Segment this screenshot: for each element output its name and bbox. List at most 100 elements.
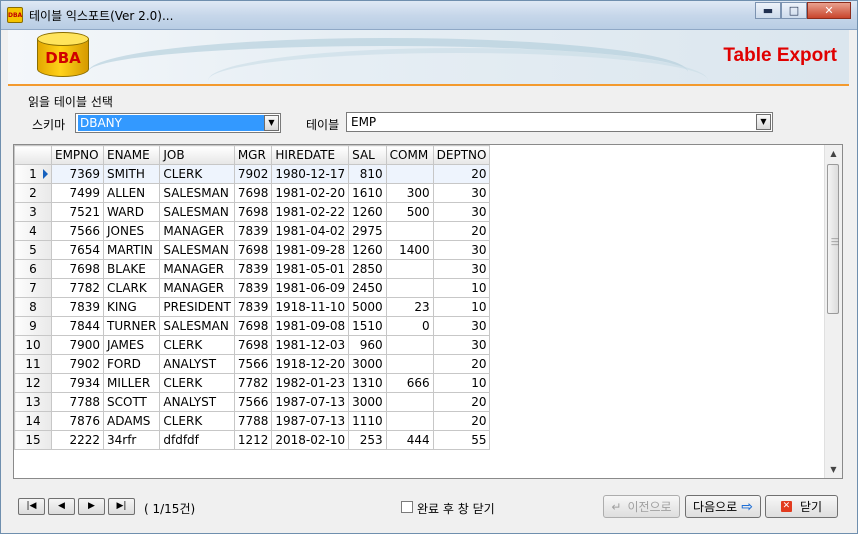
scroll-thumb[interactable]: — — —: [827, 164, 839, 314]
table-cell[interactable]: 7566: [51, 221, 104, 241]
table-cell[interactable]: MANAGER: [159, 221, 235, 241]
table-cell[interactable]: 1260: [348, 202, 387, 222]
table-cell[interactable]: 1987-07-13: [271, 392, 350, 412]
table-cell[interactable]: 1400: [385, 240, 434, 260]
row-header[interactable]: 10: [14, 335, 52, 355]
table-cell[interactable]: 7839: [233, 259, 273, 279]
column-header[interactable]: HIREDATE: [271, 145, 350, 165]
table-cell[interactable]: 1918-12-20: [271, 354, 350, 374]
row-header[interactable]: 3: [14, 202, 52, 222]
table-cell[interactable]: 444: [385, 430, 434, 450]
table-cell[interactable]: 2850: [348, 259, 387, 279]
table-cell[interactable]: 5000: [348, 297, 387, 317]
table-cell[interactable]: 7566: [233, 354, 273, 374]
table-cell[interactable]: 3000: [348, 392, 387, 412]
table-row[interactable]: 10 7900 JAMES CLERK 7698 1981-12-03 960 30: [14, 335, 491, 355]
table-cell[interactable]: [385, 278, 434, 298]
table-cell[interactable]: 1987-07-13: [271, 411, 350, 431]
table-row[interactable]: 11 7902 FORD ANALYST 7566 1918-12-20 3000 20: [14, 354, 491, 374]
schema-select[interactable]: DBANY ▼: [75, 113, 281, 133]
table-cell[interactable]: [385, 221, 434, 241]
table-cell[interactable]: 1980-12-17: [271, 164, 350, 184]
table-cell[interactable]: 1212: [233, 430, 273, 450]
table-cell[interactable]: MANAGER: [159, 278, 235, 298]
table-cell[interactable]: ANALYST: [159, 392, 235, 412]
table-cell[interactable]: 2450: [348, 278, 387, 298]
table-cell[interactable]: 34rfr: [102, 430, 161, 450]
table-cell[interactable]: 55: [432, 430, 491, 450]
row-header[interactable]: 6: [14, 259, 52, 279]
table-cell[interactable]: 300: [385, 183, 434, 203]
table-cell[interactable]: 23: [385, 297, 434, 317]
table-cell[interactable]: CLERK: [159, 335, 235, 355]
table-cell[interactable]: 7839: [233, 297, 273, 317]
table-row[interactable]: 3 7521 WARD SALESMAN 7698 1981-02-22 1260 500 30: [14, 202, 491, 222]
table-cell[interactable]: JONES: [102, 221, 161, 241]
table-cell[interactable]: MARTIN: [102, 240, 161, 260]
table-cell[interactable]: 1981-06-09: [271, 278, 350, 298]
close-after-label[interactable]: 완료 후 창 닫기: [417, 500, 495, 517]
row-header[interactable]: 15: [14, 430, 52, 450]
table-cell[interactable]: 2018-02-10: [271, 430, 350, 450]
column-header[interactable]: DEPTNO: [432, 145, 491, 165]
table-cell[interactable]: 7566: [233, 392, 273, 412]
table-row[interactable]: 5 7654 MARTIN SALESMAN 7698 1981-09-28 1260 140…: [14, 240, 491, 260]
table-cell[interactable]: 20: [432, 392, 491, 412]
vertical-scrollbar[interactable]: ▲ — — — ▼: [824, 145, 842, 478]
maximize-button[interactable]: □: [781, 2, 807, 19]
title-bar[interactable]: DBA 테이블 익스포트(Ver 2.0)... ▬ □ ✕: [1, 1, 857, 30]
table-cell[interactable]: 7499: [51, 183, 104, 203]
table-cell[interactable]: 1610: [348, 183, 387, 203]
table-cell[interactable]: 666: [385, 373, 434, 393]
table-cell[interactable]: 30: [432, 259, 491, 279]
table-row[interactable]: 4 7566 JONES MANAGER 7839 1981-04-02 2975 20: [14, 221, 491, 241]
previous-button[interactable]: ↵ 이전으로: [603, 495, 680, 518]
table-cell[interactable]: 7900: [51, 335, 104, 355]
table-cell[interactable]: 1981-09-28: [271, 240, 350, 260]
table-cell[interactable]: 2975: [348, 221, 387, 241]
table-row[interactable]: 2 7499 ALLEN SALESMAN 7698 1981-02-20 1610 300 3…: [14, 183, 491, 203]
table-cell[interactable]: [385, 335, 434, 355]
table-cell[interactable]: 20: [432, 411, 491, 431]
table-cell[interactable]: 1981-12-03: [271, 335, 350, 355]
table-cell[interactable]: 3000: [348, 354, 387, 374]
table-cell[interactable]: [385, 164, 434, 184]
row-header[interactable]: 11: [14, 354, 52, 374]
table-cell[interactable]: 1981-09-08: [271, 316, 350, 336]
table-cell[interactable]: 30: [432, 335, 491, 355]
close-button[interactable]: ✕ 닫기: [765, 495, 838, 518]
table-cell[interactable]: TURNER: [102, 316, 161, 336]
table-cell[interactable]: 253: [348, 430, 387, 450]
table-cell[interactable]: [385, 411, 434, 431]
table-cell[interactable]: 20: [432, 354, 491, 374]
table-cell[interactable]: 30: [432, 183, 491, 203]
column-header[interactable]: JOB: [159, 145, 235, 165]
table-cell[interactable]: 30: [432, 316, 491, 336]
row-header[interactable]: 14: [14, 411, 52, 431]
chevron-down-icon[interactable]: ▼: [264, 115, 279, 131]
table-cell[interactable]: WARD: [102, 202, 161, 222]
table-row[interactable]: 7 7782 CLARK MANAGER 7839 1981-06-09 2450 10: [14, 278, 491, 298]
table-cell[interactable]: CLERK: [159, 411, 235, 431]
table-cell[interactable]: 30: [432, 240, 491, 260]
table-cell[interactable]: 1982-01-23: [271, 373, 350, 393]
table-cell[interactable]: 7698: [233, 240, 273, 260]
table-cell[interactable]: ALLEN: [102, 183, 161, 203]
table-cell[interactable]: KING: [102, 297, 161, 317]
table-cell[interactable]: 7902: [233, 164, 273, 184]
table-cell[interactable]: SALESMAN: [159, 316, 235, 336]
table-cell[interactable]: 7698: [233, 202, 273, 222]
table-cell[interactable]: 7698: [51, 259, 104, 279]
table-cell[interactable]: ADAMS: [102, 411, 161, 431]
table-cell[interactable]: CLARK: [102, 278, 161, 298]
table-select[interactable]: EMP ▼: [346, 112, 773, 132]
table-cell[interactable]: 2222: [51, 430, 104, 450]
table-row[interactable]: 15 2222 34rfr dfdfdf 1212 2018-02-10 253 444 55: [14, 430, 491, 450]
table-cell[interactable]: 10: [432, 373, 491, 393]
table-cell[interactable]: SALESMAN: [159, 202, 235, 222]
row-header[interactable]: 7: [14, 278, 52, 298]
table-row[interactable]: 6 7698 BLAKE MANAGER 7839 1981-05-01 2850 30: [14, 259, 491, 279]
table-cell[interactable]: [385, 259, 434, 279]
table-cell[interactable]: 1510: [348, 316, 387, 336]
table-cell[interactable]: 7844: [51, 316, 104, 336]
